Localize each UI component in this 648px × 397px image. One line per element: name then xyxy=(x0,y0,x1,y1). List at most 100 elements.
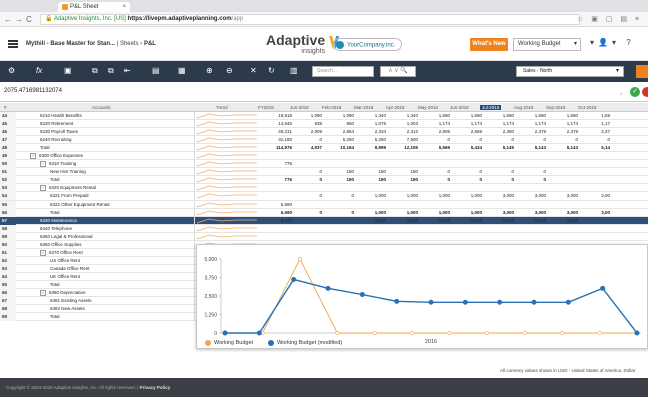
save-icon[interactable]: ▣ xyxy=(64,66,72,76)
cell-value[interactable]: 1,174 xyxy=(414,120,450,127)
cell-value[interactable]: 5,250 xyxy=(318,136,354,143)
account-label[interactable]: 6382 New Assets xyxy=(50,305,85,312)
cell-value[interactable]: 5,143 xyxy=(510,144,546,151)
browser-tab[interactable]: P&L Sheet × xyxy=(58,2,130,12)
cell-value[interactable]: 2,138 xyxy=(414,217,450,224)
cell-value[interactable]: 180 xyxy=(318,168,354,175)
notes-icon[interactable]: ▦ xyxy=(178,66,186,76)
cell-value[interactable]: 0 xyxy=(510,168,546,175)
cell-value[interactable]: 180 xyxy=(350,176,386,183)
table-row[interactable]: 47 6240 Recruiting 31,180 0 5,250 5,250 7,500 0… xyxy=(0,136,648,145)
cell-value[interactable]: 1,000 xyxy=(382,209,418,216)
forward-icon[interactable]: → xyxy=(15,15,23,24)
chart-icon[interactable]: ▥ xyxy=(290,66,298,76)
back-icon[interactable]: ← xyxy=(4,15,12,24)
confirm-icon[interactable]: ✓ xyxy=(630,87,640,97)
header-month[interactable]: May-2016 xyxy=(416,105,440,110)
table-row[interactable]: 49 −6300 Office Expenses xyxy=(0,152,648,161)
table-row[interactable]: 55 6322 Other Equipment Rental 6,590 xyxy=(0,200,648,209)
cell-value[interactable]: 2,312 xyxy=(382,128,418,135)
account-label[interactable]: 6220 Retirement xyxy=(40,120,73,127)
cell-value[interactable]: 1,590 xyxy=(478,112,514,119)
cell-value[interactable]: 3,019 xyxy=(542,217,578,224)
header-month[interactable]: Mar-2016 xyxy=(352,105,375,110)
cancel-icon[interactable] xyxy=(642,87,648,97)
formula-icon[interactable]: fx xyxy=(36,66,42,76)
cell-value[interactable]: 0 xyxy=(286,176,322,183)
cell-value[interactable]: 2,379 xyxy=(510,128,546,135)
account-label[interactable]: −6320 Equipment Rental xyxy=(40,184,96,192)
link-icon[interactable]: ⧉ xyxy=(108,66,114,76)
cell-value[interactable]: 2,075 xyxy=(478,217,514,224)
account-label[interactable]: 6240 Recruiting xyxy=(40,136,72,143)
account-label[interactable]: −6300 Office Expenses xyxy=(30,152,83,160)
paste-icon[interactable]: ▤ xyxy=(152,66,160,76)
cell-value[interactable]: 0 xyxy=(478,168,514,175)
account-label[interactable]: 6340 Telephone xyxy=(40,225,72,232)
region-select[interactable]: Sales - North xyxy=(516,66,624,77)
cell-value[interactable]: 3,000 xyxy=(478,209,514,216)
collapse-toggle-icon[interactable]: − xyxy=(40,185,46,192)
cell-value[interactable]: 1,59 xyxy=(574,112,610,119)
cell-value[interactable]: 1,000 xyxy=(382,192,418,199)
collapse-toggle-icon[interactable]: − xyxy=(40,161,46,168)
cell-value[interactable]: 1,000 xyxy=(350,209,386,216)
close-icon[interactable]: ✕ xyxy=(250,66,257,76)
cell-value[interactable]: 1,090 xyxy=(286,112,322,119)
cell-value[interactable]: 0 xyxy=(446,176,482,183)
table-row[interactable]: 56 Total 6,590 0 0 1,000 1,000 1,000 1,000 3,000 3… xyxy=(0,208,648,217)
account-label[interactable]: Total xyxy=(50,281,60,288)
cell-value[interactable]: 0 xyxy=(414,136,450,143)
cell-value[interactable]: 1,590 xyxy=(510,112,546,119)
formula-value[interactable]: 2075.4716981132074 xyxy=(4,88,62,94)
header-month[interactable]: Sep-2016 xyxy=(544,105,568,110)
cell-value[interactable]: 0 xyxy=(446,168,482,175)
cell-value[interactable]: 12,155 xyxy=(382,144,418,151)
table-row[interactable]: 51 New Hire Training 0 180 180 180 0 0 0 0 xyxy=(0,168,648,177)
cell-value[interactable]: 0 xyxy=(286,136,322,143)
table-row[interactable]: 44 6210 Health Benefits 19,818 1,090 1,090 1,… xyxy=(0,112,648,121)
cell-value[interactable]: 1,174 xyxy=(478,120,514,127)
cell-value[interactable]: 3,00 xyxy=(574,209,610,216)
url-input[interactable]: 🔒 Adaptive Insights, Inc. [US] https://l… xyxy=(40,14,580,25)
cell-value[interactable]: 2,37 xyxy=(574,128,610,135)
close-tab-icon[interactable]: × xyxy=(122,2,126,12)
account-label[interactable]: 6381 Existing Assets xyxy=(50,297,92,304)
cell-value[interactable]: 1,590 xyxy=(446,112,482,119)
cell-value[interactable]: 2,864 xyxy=(318,128,354,135)
copy-icon[interactable]: ⧉ xyxy=(92,66,98,76)
cell-value[interactable]: 5,434 xyxy=(446,144,482,151)
cell-value[interactable]: 180 xyxy=(382,176,418,183)
cell-value[interactable]: 5,569 xyxy=(414,144,450,151)
cell-value[interactable]: 1,000 xyxy=(446,192,482,199)
account-label[interactable]: 6321 From Prepaid xyxy=(50,192,89,199)
fy-value[interactable]: 3,700 xyxy=(256,217,292,224)
cell-value[interactable]: 2,669 xyxy=(446,128,482,135)
cell-value[interactable]: 3,019 xyxy=(382,217,418,224)
cell-value[interactable]: 2,075 xyxy=(446,217,482,224)
header-month[interactable]: Feb-2016 xyxy=(320,105,343,110)
account-label[interactable]: −6370 Office Rent xyxy=(40,249,83,256)
header-month[interactable]: Apr-2016 xyxy=(384,105,407,110)
account-label[interactable]: New Hire Training xyxy=(50,168,86,175)
cell-value[interactable]: 0 xyxy=(542,136,578,143)
fy-value[interactable]: 776 xyxy=(256,160,292,167)
cell-value[interactable]: 0 xyxy=(286,168,322,175)
collapse-toggle-icon[interactable]: − xyxy=(40,249,46,256)
cell-value[interactable]: 2,380 xyxy=(478,128,514,135)
account-label[interactable]: Canada Office Rent xyxy=(50,265,89,272)
menu-icon[interactable] xyxy=(8,40,18,48)
cell-value[interactable]: 4,937 xyxy=(286,144,322,151)
cell-value[interactable]: 1,590 xyxy=(542,112,578,119)
cell-value[interactable]: 938 xyxy=(286,120,322,127)
breadcrumb-model[interactable]: Mythili - Base Master for Stan... xyxy=(26,41,115,47)
cell-value[interactable]: 0 xyxy=(510,136,546,143)
header-month[interactable]: Jun-2016 xyxy=(448,105,471,110)
table-row[interactable]: 59 6350 Legal & Professional xyxy=(0,232,648,241)
account-label[interactable]: 6210 Health Benefits xyxy=(40,112,82,119)
table-row[interactable]: 58 6340 Telephone xyxy=(0,224,648,233)
cell-value[interactable]: 5,14 xyxy=(574,144,610,151)
cell-value[interactable]: 2,334 xyxy=(350,128,386,135)
account-label[interactable]: 6350 Legal & Professional xyxy=(40,233,93,240)
account-label[interactable]: −6380 Depreciation xyxy=(40,289,86,296)
